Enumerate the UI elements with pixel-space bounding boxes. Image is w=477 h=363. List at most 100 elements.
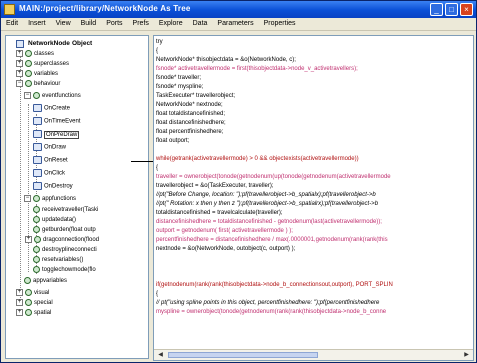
window-title: MAIN:/project/library/NetworkNode As Tre… — [19, 4, 191, 13]
scrollbar-thumb[interactable] — [168, 352, 318, 358]
event-icon — [33, 104, 42, 112]
tree-node-behaviour[interactable]: − behaviour — [16, 80, 60, 90]
object-tree[interactable]: NetworkNode Object + classes + superclasse… — [5, 35, 149, 359]
tree-node-variables[interactable]: + variables — [16, 70, 58, 80]
tree-node-ontimeevent[interactable]: OnTimeEvent — [33, 117, 80, 127]
tree-header-name: NetworkNode — [28, 40, 70, 47]
menu-ports[interactable]: Ports — [101, 18, 127, 27]
code-line: NetworkNode* thisobjectdata = &o(Network… — [156, 57, 296, 63]
tree-node-visual[interactable]: + visual — [16, 289, 49, 299]
code-line: outport = getnodenum( first( activetrave… — [156, 228, 293, 234]
folder-icon — [25, 80, 32, 87]
code-line: { — [156, 48, 159, 54]
tree-node-getburden[interactable]: getburden(float outp — [33, 226, 96, 236]
code-line: float distancefinishedhere; — [156, 120, 226, 126]
tree-node-destroyplineconnection[interactable]: destroyplineconnecti — [33, 246, 97, 256]
menu-parameters[interactable]: Parameters — [212, 18, 258, 27]
folder-icon — [24, 277, 31, 284]
code-line: float percentfinishedhere; — [156, 129, 224, 135]
tree-node-superclasses[interactable]: + superclasses — [16, 60, 69, 70]
folder-icon — [25, 70, 32, 77]
tree-node-resetvariables[interactable]: resetvariables() — [33, 256, 83, 266]
code-line: { — [156, 165, 159, 171]
tree-node-special[interactable]: + special — [16, 299, 53, 309]
menu-data[interactable]: Data — [188, 18, 213, 27]
code-line: TaskExecuter* travellerobject; — [156, 93, 236, 99]
event-icon — [33, 169, 42, 177]
tree-header-type: Object — [72, 40, 93, 47]
tree-node-ondraw[interactable]: OnDraw — [33, 143, 66, 153]
expander-icon[interactable]: − — [24, 92, 31, 99]
menu-explore[interactable]: Explore — [154, 18, 188, 27]
expander-icon[interactable]: + — [16, 289, 23, 296]
horizontal-scrollbar[interactable]: ◀ ▶ — [154, 349, 473, 360]
folder-icon — [25, 299, 32, 306]
menu-view[interactable]: View — [51, 18, 76, 27]
tree-node-oncreate[interactable]: OnCreate — [33, 104, 70, 114]
maximize-button[interactable]: □ — [445, 3, 458, 16]
tree-node-appvariables[interactable]: appvariables — [24, 277, 67, 287]
tree-node-onclick[interactable]: OnClick — [33, 169, 65, 179]
folder-icon — [25, 289, 32, 296]
function-icon — [33, 206, 40, 213]
menu-insert[interactable]: Insert — [23, 18, 51, 27]
tree-node-togglechowmode[interactable]: togglechowmode(flo — [33, 266, 96, 276]
expander-icon[interactable]: − — [24, 195, 31, 202]
tree-node-appfunctions[interactable]: − appfunctions — [24, 195, 76, 205]
folder-icon — [33, 92, 40, 99]
code-line: percentfinishedhere = distancefinishedhe… — [156, 237, 388, 243]
expander-icon[interactable]: − — [16, 80, 23, 87]
folder-icon — [25, 50, 32, 57]
function-icon — [33, 226, 40, 233]
scroll-right-icon[interactable]: ▶ — [462, 351, 471, 359]
expander-icon[interactable]: + — [16, 299, 23, 306]
function-icon — [33, 246, 40, 253]
code-line: NetworkNode* nextnode; — [156, 102, 223, 108]
code-line: fsnode* myspline; — [156, 84, 204, 90]
code-line: //pt("Before Change, location: ");pf(tra… — [156, 192, 376, 198]
tree-node-eventfunctions[interactable]: − eventfunctions — [24, 92, 81, 102]
minimize-button[interactable]: _ — [430, 3, 443, 16]
code-editor[interactable]: try { NetworkNode* thisobjectdata = &o(N… — [153, 35, 474, 361]
code-line: travellerobject = &o(TaskExecuter, trave… — [156, 183, 274, 189]
tree-header: NetworkNode Object — [28, 40, 92, 47]
root-node-icon — [16, 40, 24, 48]
code-line: try — [156, 39, 163, 45]
code-text[interactable]: try { NetworkNode* thisobjectdata = &o(N… — [156, 38, 466, 348]
code-line: fsnode* traveller; — [156, 75, 202, 81]
code-line: // pt("using spline points in this objec… — [156, 300, 380, 306]
event-icon — [33, 143, 42, 151]
function-icon — [33, 216, 40, 223]
expander-icon[interactable]: + — [16, 70, 23, 77]
menu-build[interactable]: Build — [76, 18, 102, 27]
event-icon — [33, 117, 42, 125]
tree-node-dragconnection[interactable]: + dragconnection(flood — [25, 236, 99, 246]
event-icon — [33, 182, 42, 190]
code-line: distancefinishedhere = totaldistancefini… — [156, 219, 382, 225]
expander-icon[interactable]: + — [16, 50, 23, 57]
tree-node-onpredraw[interactable]: OnPreDraw — [33, 130, 80, 140]
code-line: myspline = ownerobject(tonode(getnodenum… — [156, 309, 387, 315]
tree-node-classes[interactable]: + classes — [16, 50, 54, 60]
tree-node-onreset[interactable]: OnReset — [33, 156, 68, 166]
event-icon — [33, 156, 42, 164]
expander-icon[interactable]: + — [16, 309, 23, 316]
menu-properties[interactable]: Properties — [259, 18, 301, 27]
code-line: float outport; — [156, 138, 190, 144]
code-line: fsnode* activetravellermode = first(this… — [156, 66, 358, 72]
tree-node-updatedata[interactable]: updatedata() — [33, 216, 76, 226]
tree-node-receivetraveller[interactable]: receivetraveller(Taski — [33, 206, 98, 216]
code-line: float totaldistancefinished; — [156, 111, 226, 117]
menu-prefs[interactable]: Prefs — [128, 18, 154, 27]
expander-icon[interactable]: + — [25, 236, 32, 243]
function-icon — [33, 256, 40, 263]
close-button[interactable]: × — [460, 3, 473, 16]
title-bar[interactable]: MAIN:/project/library/NetworkNode As Tre… — [1, 1, 476, 18]
folder-icon — [25, 309, 32, 316]
menu-edit[interactable]: Edit — [1, 18, 23, 27]
function-icon — [34, 236, 41, 243]
scroll-left-icon[interactable]: ◀ — [156, 351, 165, 359]
tree-node-spatial[interactable]: + spatial — [16, 309, 51, 319]
tree-node-ondestroy[interactable]: OnDestroy — [33, 182, 73, 192]
expander-icon[interactable]: + — [16, 60, 23, 67]
